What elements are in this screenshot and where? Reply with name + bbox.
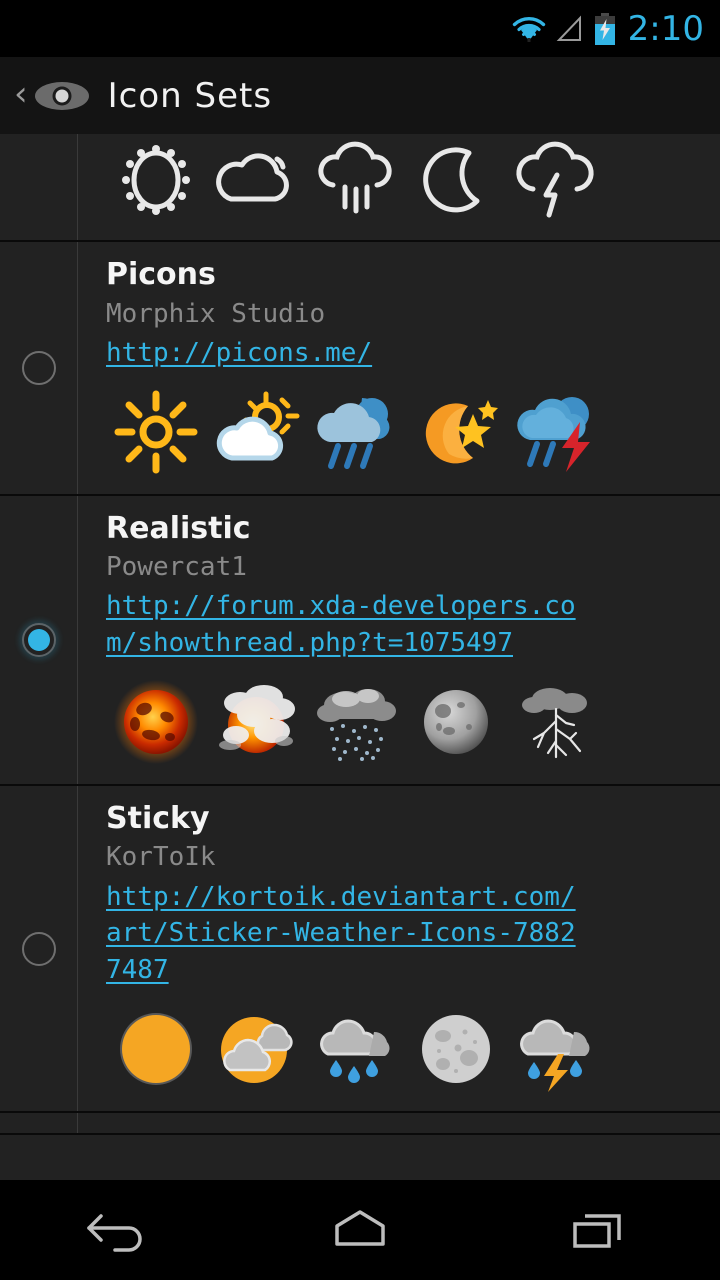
sun-icon [106, 386, 206, 478]
radio-column-sticky[interactable] [0, 785, 78, 1112]
set-name: Realistic [106, 510, 251, 546]
signal-icon [556, 15, 581, 41]
set-author: Powercat1 [106, 552, 247, 582]
cratered-moon-icon [406, 1003, 506, 1095]
list-item-next-partial[interactable] [0, 1113, 720, 1136]
gray-rain-cloud-icon [306, 676, 406, 768]
set-author: KorToIk [106, 842, 216, 873]
radio-column-realistic[interactable] [0, 495, 78, 784]
fiery-sun-icon [106, 676, 206, 768]
icon-preview-row-realistic [106, 676, 720, 768]
set-name: Picons [106, 257, 216, 292]
back-nav-button[interactable] [50, 1195, 190, 1265]
sun-outline-icon [106, 134, 206, 226]
set-url-link[interactable]: http://kortoik.deviantart.com/art/Sticke… [106, 879, 576, 990]
thunderstorm-outline-icon [506, 134, 606, 226]
radio-button-sticky[interactable] [21, 931, 56, 966]
cloud-with-lightning-icon [506, 1003, 606, 1095]
radio-column [0, 134, 78, 240]
eye-icon[interactable] [34, 79, 90, 113]
set-url-link[interactable]: http://forum.xda-developers.com/showthre… [106, 588, 576, 662]
status-bar: 2:10 [0, 0, 720, 57]
back-nav-icon [87, 1214, 142, 1252]
set-content-next [78, 1113, 720, 1143]
recents-nav-button[interactable] [530, 1195, 670, 1265]
status-clock: 2:10 [627, 8, 704, 49]
app-screen: 2:10 ‹ Icon Sets Picons Morphix Studio h… [0, 0, 720, 1280]
battery-charging-icon [594, 12, 615, 45]
radio-button-picons[interactable] [21, 350, 56, 385]
sun-behind-cloud-icon [206, 386, 306, 478]
rain-outline-icon [306, 134, 406, 226]
home-nav-button[interactable] [290, 1195, 430, 1265]
navigation-bar[interactable] [0, 1180, 720, 1280]
wifi-icon [512, 16, 545, 42]
gray-moon-icon [406, 676, 506, 768]
orange-sun-disc-icon [106, 1003, 206, 1095]
set-content [78, 134, 720, 240]
sun-behind-clouds-icon [206, 676, 306, 768]
icon-preview-row [106, 134, 720, 226]
crescent-moon-stars-icon [406, 386, 506, 478]
set-content-realistic: Realistic Powercat1 http://forum.xda-dev… [78, 496, 720, 784]
recents-nav-icon [573, 1214, 621, 1248]
radio-column-next [0, 1113, 78, 1134]
set-name: Sticky [106, 800, 210, 836]
cloud-outline-icon [206, 134, 306, 226]
status-icon-group [512, 12, 616, 45]
lightning-bolt-icon [506, 676, 606, 768]
home-nav-icon [335, 1210, 385, 1246]
set-content-sticky: Sticky KorToIk http://kortoik.deviantart… [78, 786, 720, 1111]
list-item-realistic[interactable]: Realistic Powercat1 http://forum.xda-dev… [0, 495, 720, 786]
back-chevron-icon[interactable]: ‹ [8, 77, 34, 115]
rain-cloud-icon [306, 386, 406, 478]
icon-preview-row-sticky [106, 1003, 720, 1095]
list-item-sticky[interactable]: Sticky KorToIk http://kortoik.deviantart… [0, 785, 720, 1114]
set-url-link[interactable]: http://picons.me/ [106, 335, 372, 372]
radio-button-realistic[interactable] [21, 622, 56, 657]
title-bar[interactable]: ‹ Icon Sets [0, 57, 720, 134]
sun-behind-gray-clouds-icon [206, 1003, 306, 1095]
radio-column-picons[interactable] [0, 242, 78, 494]
icon-preview-row-picons [106, 386, 720, 478]
list-item-partial[interactable] [0, 134, 720, 242]
set-content-picons: Picons Morphix Studio http://picons.me/ [78, 242, 720, 494]
list-item-picons[interactable]: Picons Morphix Studio http://picons.me/ [0, 242, 720, 496]
set-author: Morphix Studio [106, 298, 326, 329]
moon-outline-icon [406, 134, 506, 226]
cloud-with-raindrops-icon [306, 1003, 406, 1095]
thunderstorm-cloud-icon [506, 386, 606, 478]
page-title: Icon Sets [107, 75, 273, 116]
icon-set-list[interactable]: Picons Morphix Studio http://picons.me/ [0, 134, 720, 1180]
